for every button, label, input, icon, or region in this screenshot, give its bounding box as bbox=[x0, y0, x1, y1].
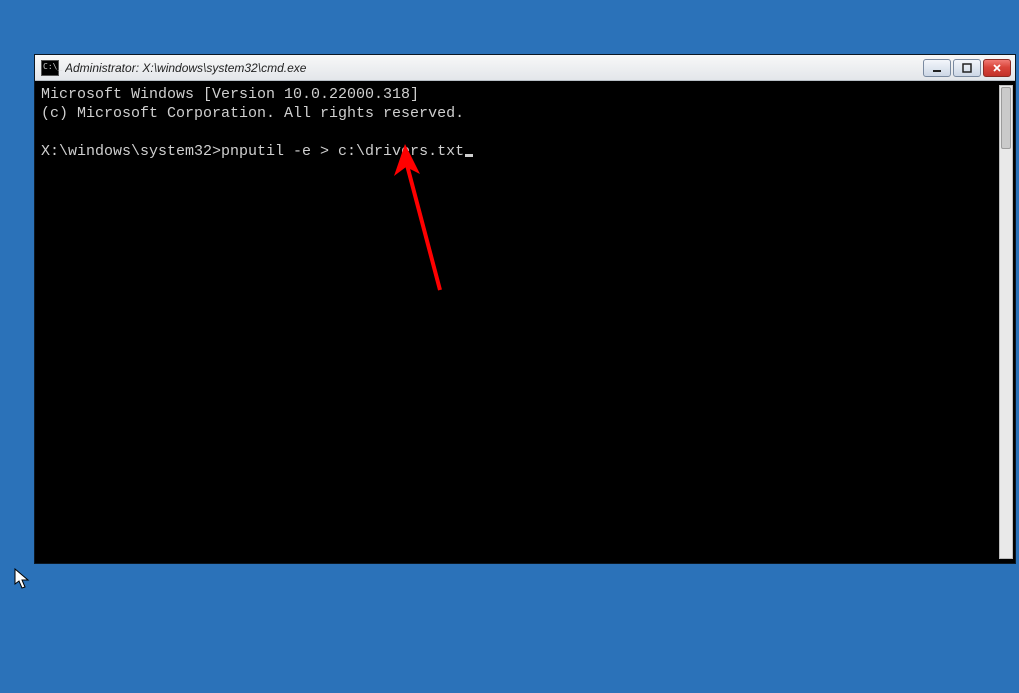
scrollbar-thumb[interactable] bbox=[1001, 87, 1011, 149]
vertical-scrollbar[interactable] bbox=[999, 85, 1013, 559]
close-icon bbox=[992, 63, 1002, 73]
maximize-icon bbox=[962, 63, 972, 73]
window-title: Administrator: X:\windows\system32\cmd.e… bbox=[65, 61, 923, 75]
terminal-line: Microsoft Windows [Version 10.0.22000.31… bbox=[41, 86, 419, 103]
terminal-prompt: X:\windows\system32> bbox=[41, 143, 221, 160]
titlebar[interactable]: Administrator: X:\windows\system32\cmd.e… bbox=[35, 55, 1015, 81]
cmd-system-menu-icon[interactable] bbox=[41, 60, 59, 76]
terminal-output[interactable]: Microsoft Windows [Version 10.0.22000.31… bbox=[35, 81, 1015, 563]
text-cursor bbox=[465, 154, 473, 157]
maximize-button[interactable] bbox=[953, 59, 981, 77]
window-controls bbox=[923, 59, 1011, 77]
terminal-line: (c) Microsoft Corporation. All rights re… bbox=[41, 105, 464, 122]
minimize-icon bbox=[932, 63, 942, 73]
cmd-window: Administrator: X:\windows\system32\cmd.e… bbox=[34, 54, 1016, 564]
terminal-command: pnputil -e > c:\drivers.txt bbox=[221, 143, 464, 160]
close-button[interactable] bbox=[983, 59, 1011, 77]
minimize-button[interactable] bbox=[923, 59, 951, 77]
mouse-pointer-icon bbox=[14, 568, 32, 590]
